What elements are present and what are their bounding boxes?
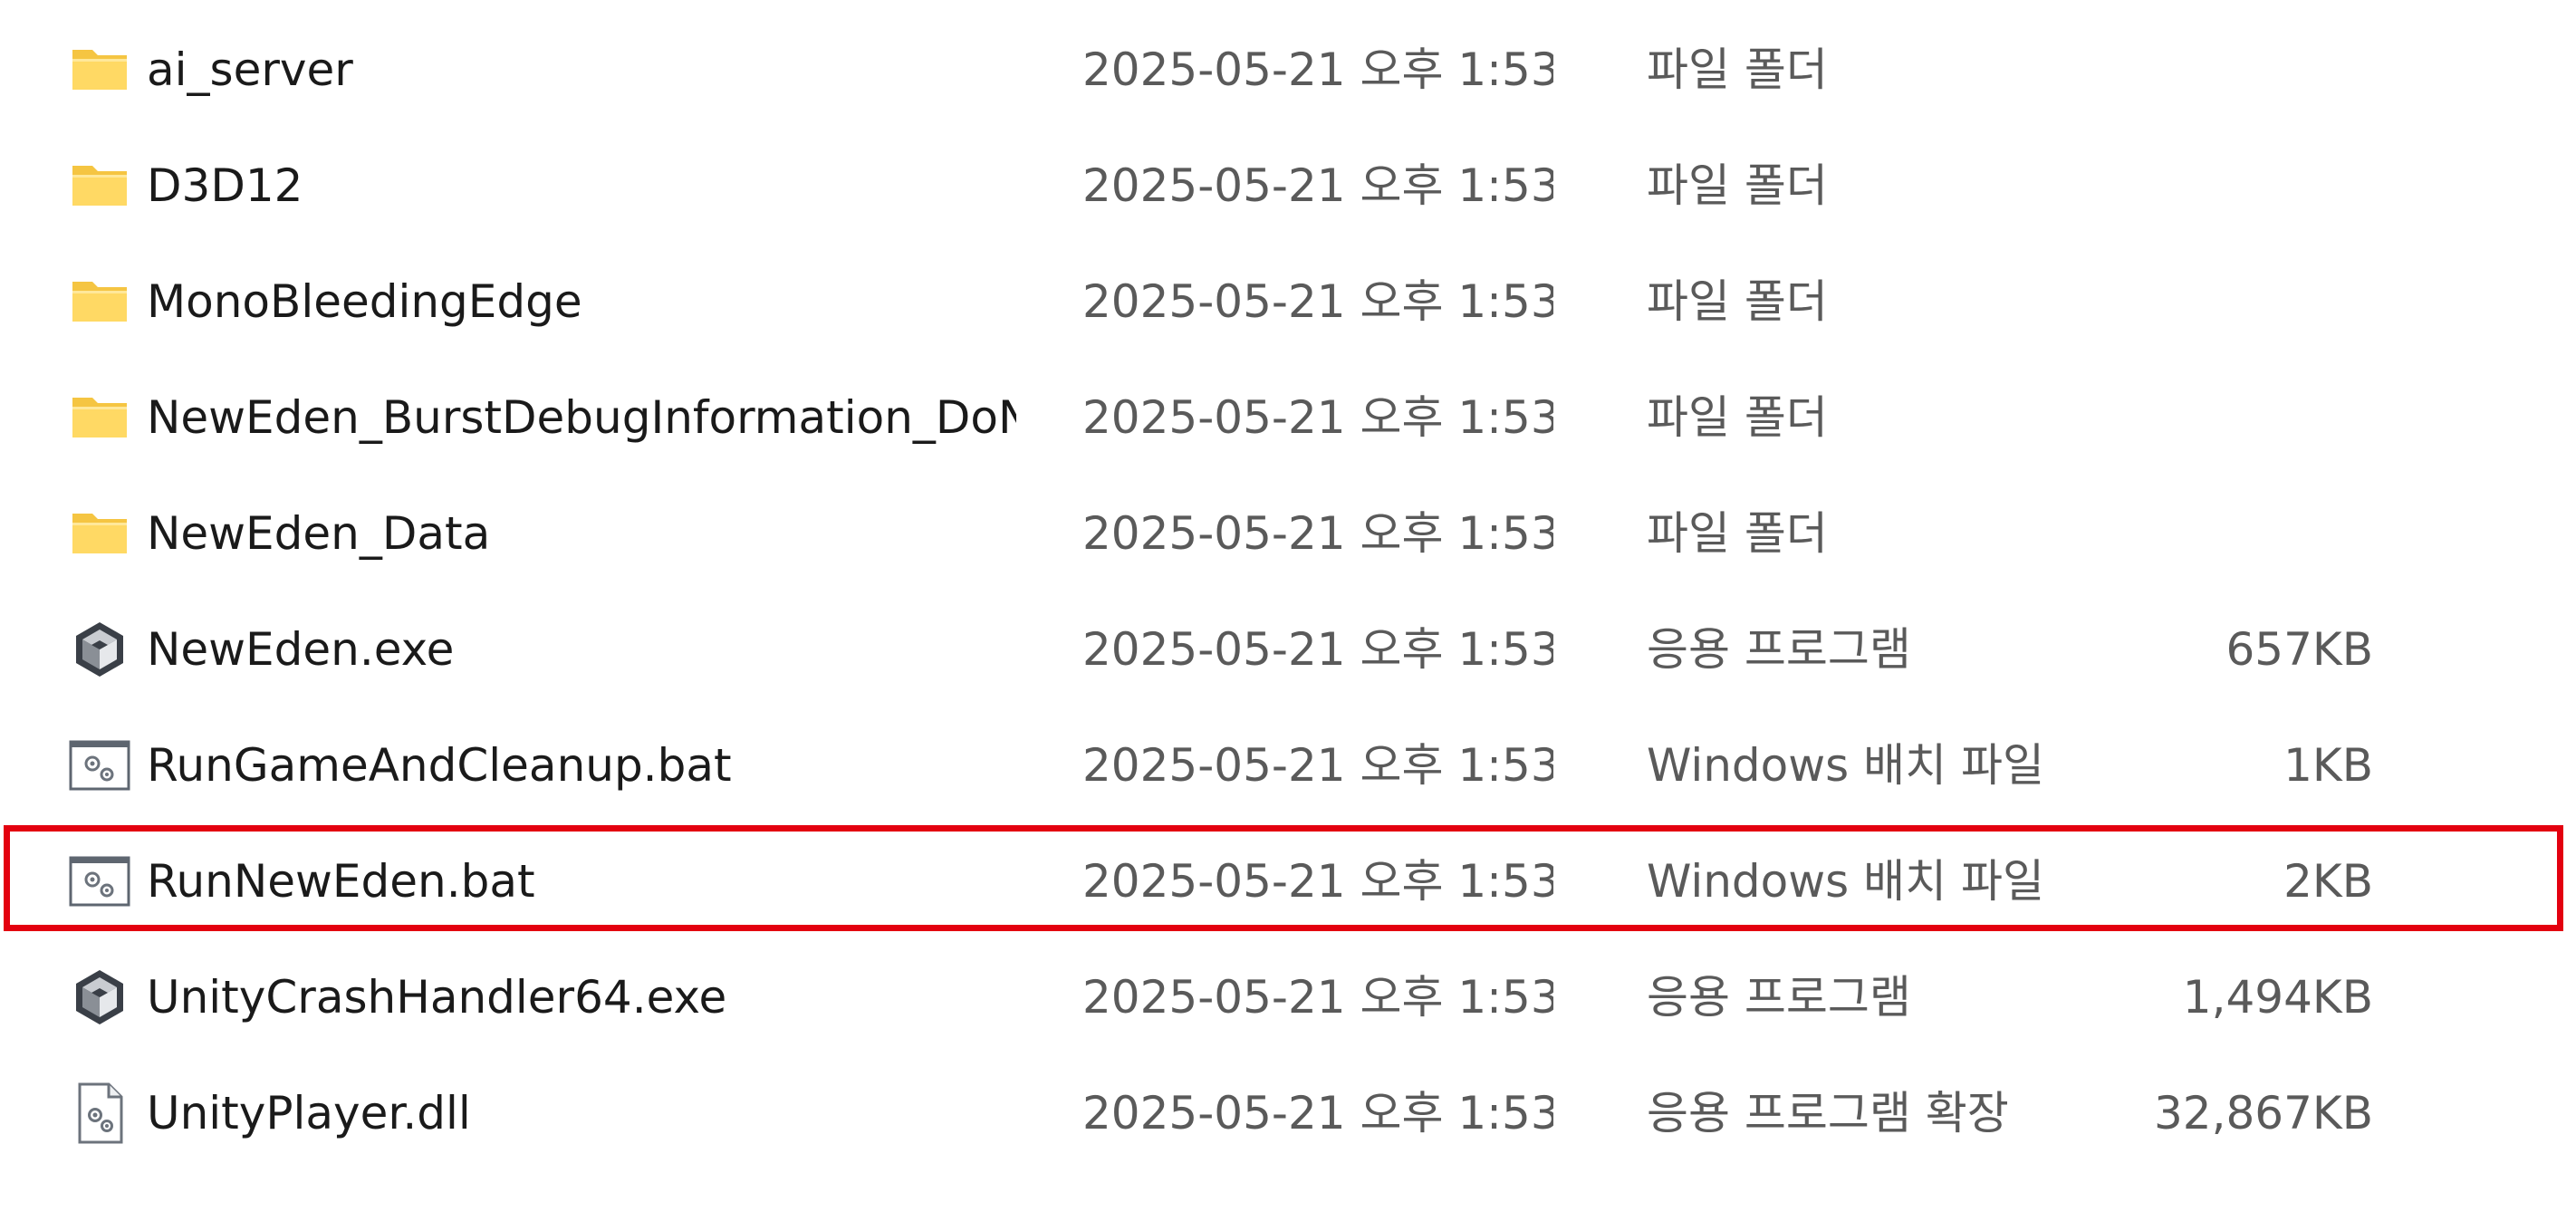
- file-row-neweden-exe[interactable]: NewEden.exe 2025-05-21 오후 1:53 응용 프로그램 6…: [0, 591, 2576, 707]
- file-size: 657KB: [2225, 623, 2373, 676]
- file-size: [2065, 244, 2373, 360]
- file-modified-date: 2025-05-21 오후 1:53: [1082, 43, 1553, 96]
- file-name: ai_server: [147, 43, 353, 96]
- file-modified-date: 2025-05-21 오후 1:53: [1082, 1087, 1553, 1139]
- folder-icon: [69, 387, 130, 448]
- batch-file-icon: [69, 735, 130, 796]
- file-size: 2KB: [2283, 855, 2373, 908]
- folder-icon: [69, 503, 130, 564]
- file-name: RunNewEden.bat: [147, 855, 535, 908]
- file-modified-date: 2025-05-21 오후 1:53: [1082, 971, 1553, 1024]
- file-size: [2065, 476, 2373, 591]
- file-size: [2065, 360, 2373, 476]
- folder-icon: [69, 271, 130, 332]
- file-row-unityplayer-dll[interactable]: UnityPlayer.dll 2025-05-21 오후 1:53 응용 프로…: [0, 1055, 2576, 1171]
- file-row-neweden-data[interactable]: NewEden_Data 2025-05-21 오후 1:53 파일 폴더: [0, 476, 2576, 591]
- dll-file-icon: [69, 1082, 130, 1144]
- file-modified-date: 2025-05-21 오후 1:53: [1082, 623, 1553, 676]
- file-name: NewEden.exe: [147, 623, 455, 676]
- unity-exe-icon: [69, 619, 130, 680]
- file-row-unitycrashhandler64-exe[interactable]: UnityCrashHandler64.exe 2025-05-21 오후 1:…: [0, 939, 2576, 1055]
- file-name: UnityPlayer.dll: [147, 1087, 471, 1139]
- file-name: MonoBleedingEdge: [147, 275, 582, 328]
- folder-icon: [69, 155, 130, 216]
- file-name: UnityCrashHandler64.exe: [147, 971, 727, 1024]
- file-modified-date: 2025-05-21 오후 1:53: [1082, 275, 1553, 328]
- file-modified-date: 2025-05-21 오후 1:53: [1082, 159, 1553, 212]
- file-row-rungameandcleanup-bat[interactable]: RunGameAndCleanup.bat 2025-05-21 오후 1:53…: [0, 707, 2576, 823]
- file-modified-date: 2025-05-21 오후 1:53: [1082, 855, 1553, 908]
- file-modified-date: 2025-05-21 오후 1:53: [1082, 739, 1553, 792]
- batch-file-icon: [69, 851, 130, 912]
- file-name: D3D12: [147, 159, 303, 212]
- file-size: [2065, 128, 2373, 244]
- file-size: [2065, 12, 2373, 128]
- folder-icon: [69, 39, 130, 101]
- file-name: NewEden_Data: [147, 507, 491, 560]
- file-name: RunGameAndCleanup.bat: [147, 739, 732, 792]
- file-modified-date: 2025-05-21 오후 1:53: [1082, 391, 1553, 444]
- file-list: ai_server 2025-05-21 오후 1:53 파일 폴더 D3D12…: [0, 0, 2576, 1221]
- file-size: 32,867KB: [2153, 1087, 2373, 1139]
- file-size: 1,494KB: [2182, 971, 2373, 1024]
- file-row-neweden-burstdebuginformation[interactable]: NewEden_BurstDebugInformation_DoN... 202…: [0, 360, 2576, 476]
- file-name: NewEden_BurstDebugInformation_DoN...: [147, 391, 1016, 444]
- file-row-d3d12[interactable]: D3D12 2025-05-21 오후 1:53 파일 폴더: [0, 128, 2576, 244]
- file-row-runneweden-bat[interactable]: RunNewEden.bat 2025-05-21 오후 1:53 Window…: [0, 823, 2576, 939]
- file-row-ai-server[interactable]: ai_server 2025-05-21 오후 1:53 파일 폴더: [0, 12, 2576, 128]
- unity-exe-icon: [69, 966, 130, 1028]
- file-size: 1KB: [2283, 739, 2373, 792]
- file-modified-date: 2025-05-21 오후 1:53: [1082, 507, 1553, 560]
- file-row-monobleedingedge[interactable]: MonoBleedingEdge 2025-05-21 오후 1:53 파일 폴…: [0, 244, 2576, 360]
